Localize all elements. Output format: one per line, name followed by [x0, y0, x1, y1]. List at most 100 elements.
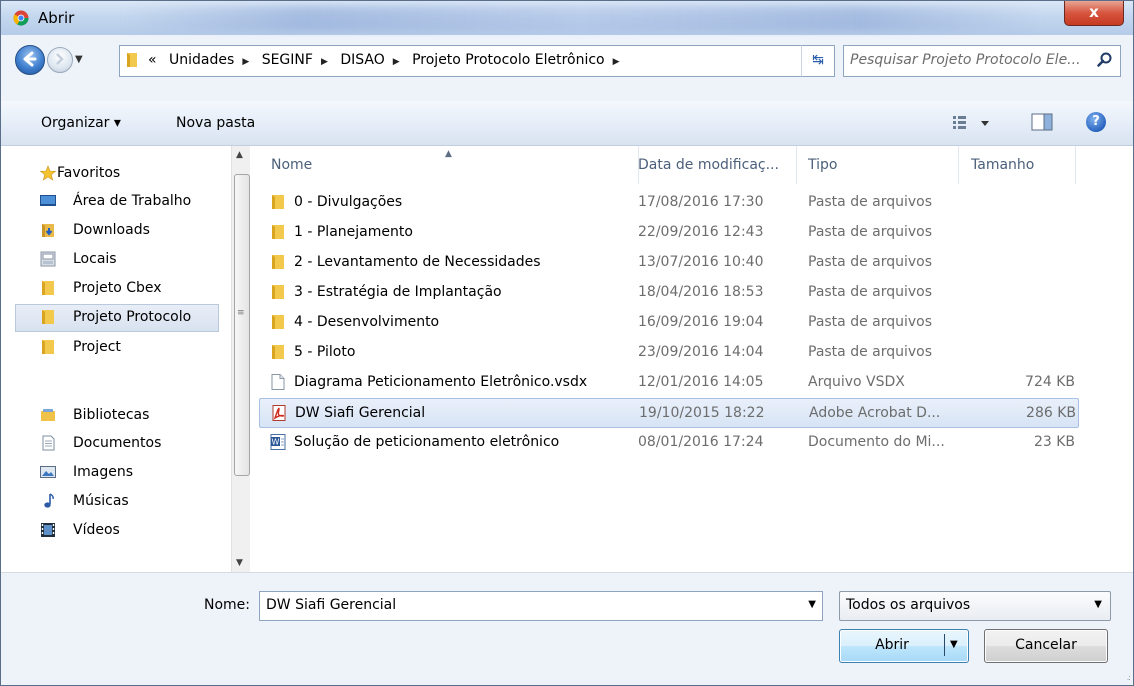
file-name: Solução de peticionamento eletrônico: [294, 434, 560, 450]
filename-label: Nome:: [204, 597, 251, 613]
nav-item-desktop[interactable]: Área de Trabalho: [15, 188, 225, 214]
file-date: 08/01/2016 17:24: [638, 434, 764, 450]
chrome-icon: [13, 10, 29, 26]
resize-grip-icon[interactable]: .:: [1127, 673, 1131, 682]
window-title: Abrir: [38, 9, 75, 27]
file-row[interactable]: Diagrama Peticionamento Eletrônico.vsdx 1…: [259, 368, 1077, 396]
folder-icon: [272, 285, 284, 299]
breadcrumb-separator-icon[interactable]: ▶: [393, 57, 400, 67]
open-options-dropdown-icon[interactable]: ▼: [950, 639, 958, 650]
chevron-down-icon[interactable]: ▼: [1094, 599, 1102, 610]
breadcrumb-item[interactable]: DISAO: [340, 52, 384, 68]
nav-item-images[interactable]: Imagens: [15, 459, 225, 485]
scroll-down-icon[interactable]: ▼: [236, 558, 243, 568]
file-type: Documento do Mi...: [808, 434, 945, 450]
refresh-icon: ↹: [812, 52, 824, 68]
nav-item-projeto-protocolo[interactable]: Projeto Protocolo: [15, 304, 219, 332]
file-row[interactable]: 2 - Levantamento de Necessidades 13/07/20…: [259, 248, 1077, 276]
close-button[interactable]: x: [1064, 1, 1124, 26]
nav-label: Vídeos: [73, 522, 120, 538]
images-icon: [40, 466, 56, 478]
file-row[interactable]: DW Siafi Gerencial 19/10/2015 18:22 Adobe …: [259, 398, 1079, 428]
nav-scrollbar[interactable]: ▲ ≡ ▼: [231, 146, 250, 572]
nav-label: Favoritos: [57, 165, 121, 181]
file-row[interactable]: 4 - Desenvolvimento 16/09/2016 19:04 Pasta…: [259, 308, 1077, 336]
file-name: 5 - Piloto: [294, 344, 356, 360]
file-row[interactable]: 5 - Piloto 23/09/2016 14:04 Pasta de arqui…: [259, 338, 1077, 366]
breadcrumb-overflow[interactable]: «: [148, 52, 157, 68]
file-date: 18/04/2016 18:53: [638, 284, 764, 300]
filename-input[interactable]: DW Siafi Gerencial ▼: [259, 591, 823, 621]
back-arrow-icon: [23, 51, 37, 67]
folder-icon: [272, 195, 284, 209]
nav-label: Músicas: [73, 493, 129, 509]
nav-label: Documentos: [73, 435, 162, 451]
nav-item-documents[interactable]: Documentos: [15, 430, 225, 456]
nav-item-downloads[interactable]: Downloads: [15, 217, 225, 243]
open-button[interactable]: Abrir ▼: [839, 629, 969, 663]
star-icon: [40, 165, 56, 181]
cancel-button[interactable]: Cancelar: [984, 629, 1108, 663]
new-folder-button[interactable]: Nova pasta: [176, 115, 255, 131]
column-header-size[interactable]: Tamanho: [971, 146, 1076, 184]
file-name: DW Siafi Gerencial: [295, 405, 426, 421]
file-type: Pasta de arquivos: [808, 224, 933, 240]
breadcrumb-item[interactable]: Unidades: [169, 52, 234, 68]
breadcrumb-item[interactable]: Projeto Protocolo Eletrônico: [412, 52, 605, 68]
search-input[interactable]: Pesquisar Projeto Protocolo Ele...: [843, 45, 1121, 77]
nav-libraries[interactable]: Bibliotecas: [15, 402, 225, 428]
breadcrumb-item[interactable]: SEGINF: [262, 52, 313, 68]
file-row[interactable]: 3 - Estratégia de Implantação 18/04/2016 …: [259, 278, 1077, 306]
file-list: Nome ▲ Data de modificaç... Tipo Tamanho…: [259, 146, 1133, 572]
file-type-select[interactable]: Todos os arquivos ▼: [839, 591, 1111, 621]
back-button[interactable]: [15, 45, 45, 75]
column-header-type[interactable]: Tipo: [808, 146, 959, 184]
scroll-grip-icon: ≡: [237, 308, 245, 318]
desktop-icon: [40, 195, 56, 206]
nav-item-projeto-cbex[interactable]: Projeto Cbex: [15, 275, 225, 301]
breadcrumb-separator-icon[interactable]: ▶: [613, 57, 620, 67]
file-date: 16/09/2016 19:04: [638, 314, 764, 330]
chevron-down-icon[interactable]: ▼: [808, 599, 816, 610]
file-type: Arquivo VSDX: [808, 374, 905, 390]
nav-favorites[interactable]: Favoritos: [15, 160, 225, 186]
cancel-button-label: Cancelar: [1015, 637, 1077, 653]
breadcrumb[interactable]: « Unidades ▶ SEGINF ▶ DISAO ▶ Projeto Proto…: [119, 45, 827, 77]
nav-label: Projeto Protocolo: [73, 309, 192, 325]
breadcrumb-separator-icon[interactable]: ▶: [242, 57, 249, 67]
file-size: 286 KB: [1026, 405, 1076, 421]
nav-label: Locais: [73, 251, 117, 267]
libraries-icon: [41, 409, 55, 421]
search-placeholder: Pesquisar Projeto Protocolo Ele...: [850, 52, 1081, 68]
forward-arrow-icon: [56, 53, 64, 65]
file-row[interactable]: W Solução de peticionamento eletrônico 08/…: [259, 428, 1077, 456]
nav-label: Área de Trabalho: [73, 193, 192, 209]
file-size: 23 KB: [1033, 434, 1075, 450]
scroll-up-icon[interactable]: ▲: [236, 150, 243, 160]
help-icon[interactable]: ?: [1086, 112, 1106, 132]
change-view-icon[interactable]: [951, 113, 993, 133]
column-header-date[interactable]: Data de modificaç...: [638, 146, 797, 184]
nav-item-videos[interactable]: Vídeos: [15, 517, 225, 543]
scroll-thumb[interactable]: [234, 174, 250, 476]
nav-item-music[interactable]: Músicas: [15, 488, 225, 514]
breadcrumb-separator-icon[interactable]: ▶: [321, 57, 328, 67]
recent-pages-dropdown[interactable]: ▼: [75, 54, 83, 65]
file-row[interactable]: 1 - Planejamento 22/09/2016 12:43 Pasta de…: [259, 218, 1077, 246]
nav-item-places[interactable]: Locais: [15, 246, 225, 272]
nav-label: Project: [73, 339, 121, 355]
file-row[interactable]: 0 - Divulgações 17/08/2016 17:30 Pasta de …: [259, 188, 1077, 216]
preview-pane-icon[interactable]: [1031, 113, 1053, 131]
nav-label: Bibliotecas: [73, 407, 150, 423]
search-icon[interactable]: [1096, 51, 1114, 69]
nav-item-project[interactable]: Project: [15, 334, 225, 360]
file-date: 17/08/2016 17:30: [638, 194, 764, 210]
folder-icon: [42, 281, 54, 295]
refresh-button[interactable]: ↹: [801, 45, 835, 77]
forward-button[interactable]: [47, 47, 73, 73]
file-type: Pasta de arquivos: [808, 344, 933, 360]
sort-ascending-icon: ▲: [445, 149, 452, 159]
file-name: 0 - Divulgações: [294, 194, 403, 210]
organize-menu[interactable]: Organizar ▾: [41, 115, 121, 131]
column-header-name[interactable]: Nome ▲: [259, 146, 639, 184]
